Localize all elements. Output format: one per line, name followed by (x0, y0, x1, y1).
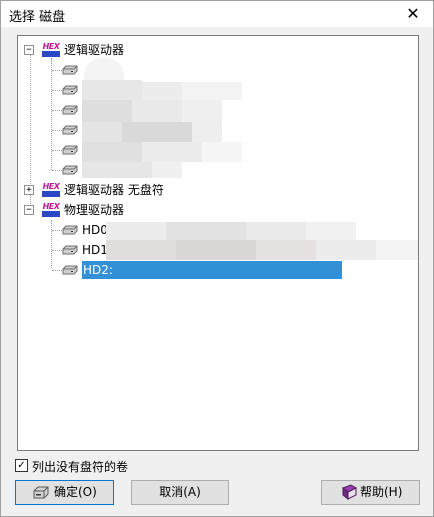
collapse-icon[interactable]: − (24, 45, 34, 55)
tree-node-physical-drives[interactable]: − HEX 物理驱动器 (24, 201, 224, 219)
hard-drive-icon (62, 165, 78, 175)
tree-node-label: 逻辑驱动器 (64, 43, 125, 57)
select-disk-dialog: 选择 磁盘 ✕ − HEX 逻辑驱动器 + HEX 逻辑驱动器 无盘符 − HE… (0, 0, 434, 517)
window-title: 选择 磁盘 (9, 10, 66, 25)
list-without-letter-checkbox[interactable]: ✓ (15, 459, 28, 472)
close-icon[interactable]: ✕ (399, 4, 427, 24)
ok-button[interactable]: 确定(O) (15, 480, 114, 505)
hard-drive-icon (62, 85, 78, 95)
cancel-button-label: 取消(A) (159, 485, 201, 499)
cancel-button[interactable]: 取消(A) (131, 480, 229, 505)
help-book-icon (342, 484, 358, 500)
tree-node-label: HD2: (83, 263, 113, 277)
hex-drive-icon: HEX (42, 202, 60, 218)
hard-drive-icon (62, 125, 78, 135)
help-button[interactable]: 帮助(H) (321, 480, 420, 505)
tree-node-logical-drives-no-letter[interactable]: + HEX 逻辑驱动器 无盘符 (24, 181, 244, 199)
tree-node-label: HD0 (82, 223, 108, 237)
ok-button-label: 确定(O) (54, 485, 97, 499)
hard-drive-icon (62, 265, 78, 275)
tree-node-label: HD1 (82, 243, 108, 257)
expand-icon[interactable]: + (24, 185, 34, 195)
hard-drive-icon (62, 245, 78, 255)
tree-node-physical-drive-hd2[interactable]: HD2: (52, 261, 352, 279)
hard-drive-icon (62, 145, 78, 155)
disk-drive-icon (33, 486, 49, 499)
tree-node-logical-drives[interactable]: − HEX 逻辑驱动器 (24, 41, 224, 59)
redacted-region (106, 222, 166, 240)
tree-node-logical-drive[interactable] (52, 61, 252, 79)
disk-tree[interactable]: − HEX 逻辑驱动器 + HEX 逻辑驱动器 无盘符 − HEX 物理驱动器 … (17, 35, 419, 451)
tree-node-label: 物理驱动器 (64, 203, 125, 217)
hex-drive-icon: HEX (42, 42, 60, 58)
collapse-icon[interactable]: − (24, 205, 34, 215)
checkbox-label: 列出没有盘符的卷 (32, 460, 129, 474)
help-button-label: 帮助(H) (360, 485, 403, 499)
hard-drive-icon (62, 65, 78, 75)
hex-drive-icon: HEX (42, 182, 60, 198)
tree-node-label: 逻辑驱动器 无盘符 (64, 183, 164, 197)
title-bar: 选择 磁盘 ✕ (1, 1, 433, 27)
hard-drive-icon (62, 225, 78, 235)
hard-drive-icon (62, 105, 78, 115)
